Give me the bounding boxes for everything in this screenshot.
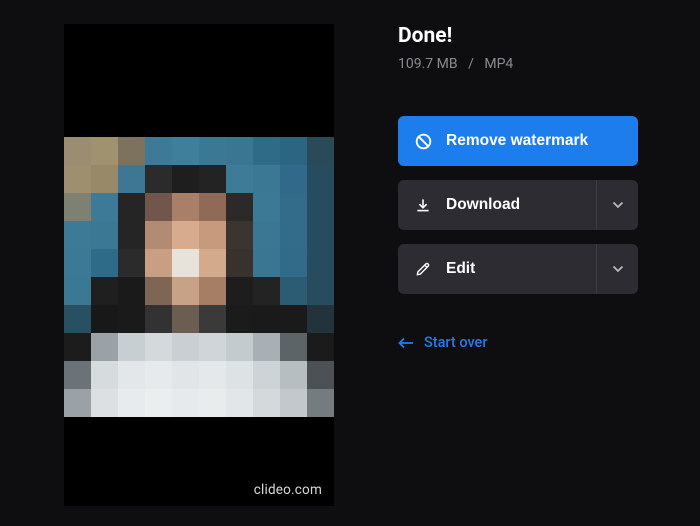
video-preview-column: clideo.com xyxy=(0,24,398,506)
no-symbol-icon xyxy=(414,132,432,150)
start-over-label: Start over xyxy=(424,334,487,351)
meta-separator: / xyxy=(468,56,474,72)
start-over-link[interactable]: Start over xyxy=(398,334,638,351)
watermark-text: clideo.com xyxy=(254,482,322,498)
file-format: MP4 xyxy=(484,56,513,72)
controls-column: Done! 109.7 MB / MP4 Remove watermark xyxy=(398,24,700,506)
remove-watermark-button[interactable]: Remove watermark xyxy=(398,116,638,166)
file-size: 109.7 MB xyxy=(398,56,458,72)
video-thumbnail xyxy=(64,137,334,417)
remove-watermark-label: Remove watermark xyxy=(446,132,622,150)
download-dropdown-toggle[interactable] xyxy=(596,180,638,230)
download-icon xyxy=(414,196,432,214)
download-label: Download xyxy=(446,196,596,214)
chevron-down-icon xyxy=(612,201,624,209)
edit-button[interactable]: Edit xyxy=(398,244,638,294)
file-meta: 109.7 MB / MP4 xyxy=(398,56,638,72)
edit-label: Edit xyxy=(446,260,596,278)
video-preview[interactable]: clideo.com xyxy=(64,24,334,506)
page-title: Done! xyxy=(398,24,638,48)
edit-dropdown-toggle[interactable] xyxy=(596,244,638,294)
download-button[interactable]: Download xyxy=(398,180,638,230)
arrow-left-icon xyxy=(398,337,414,349)
chevron-down-icon xyxy=(612,265,624,273)
pencil-icon xyxy=(414,260,432,278)
